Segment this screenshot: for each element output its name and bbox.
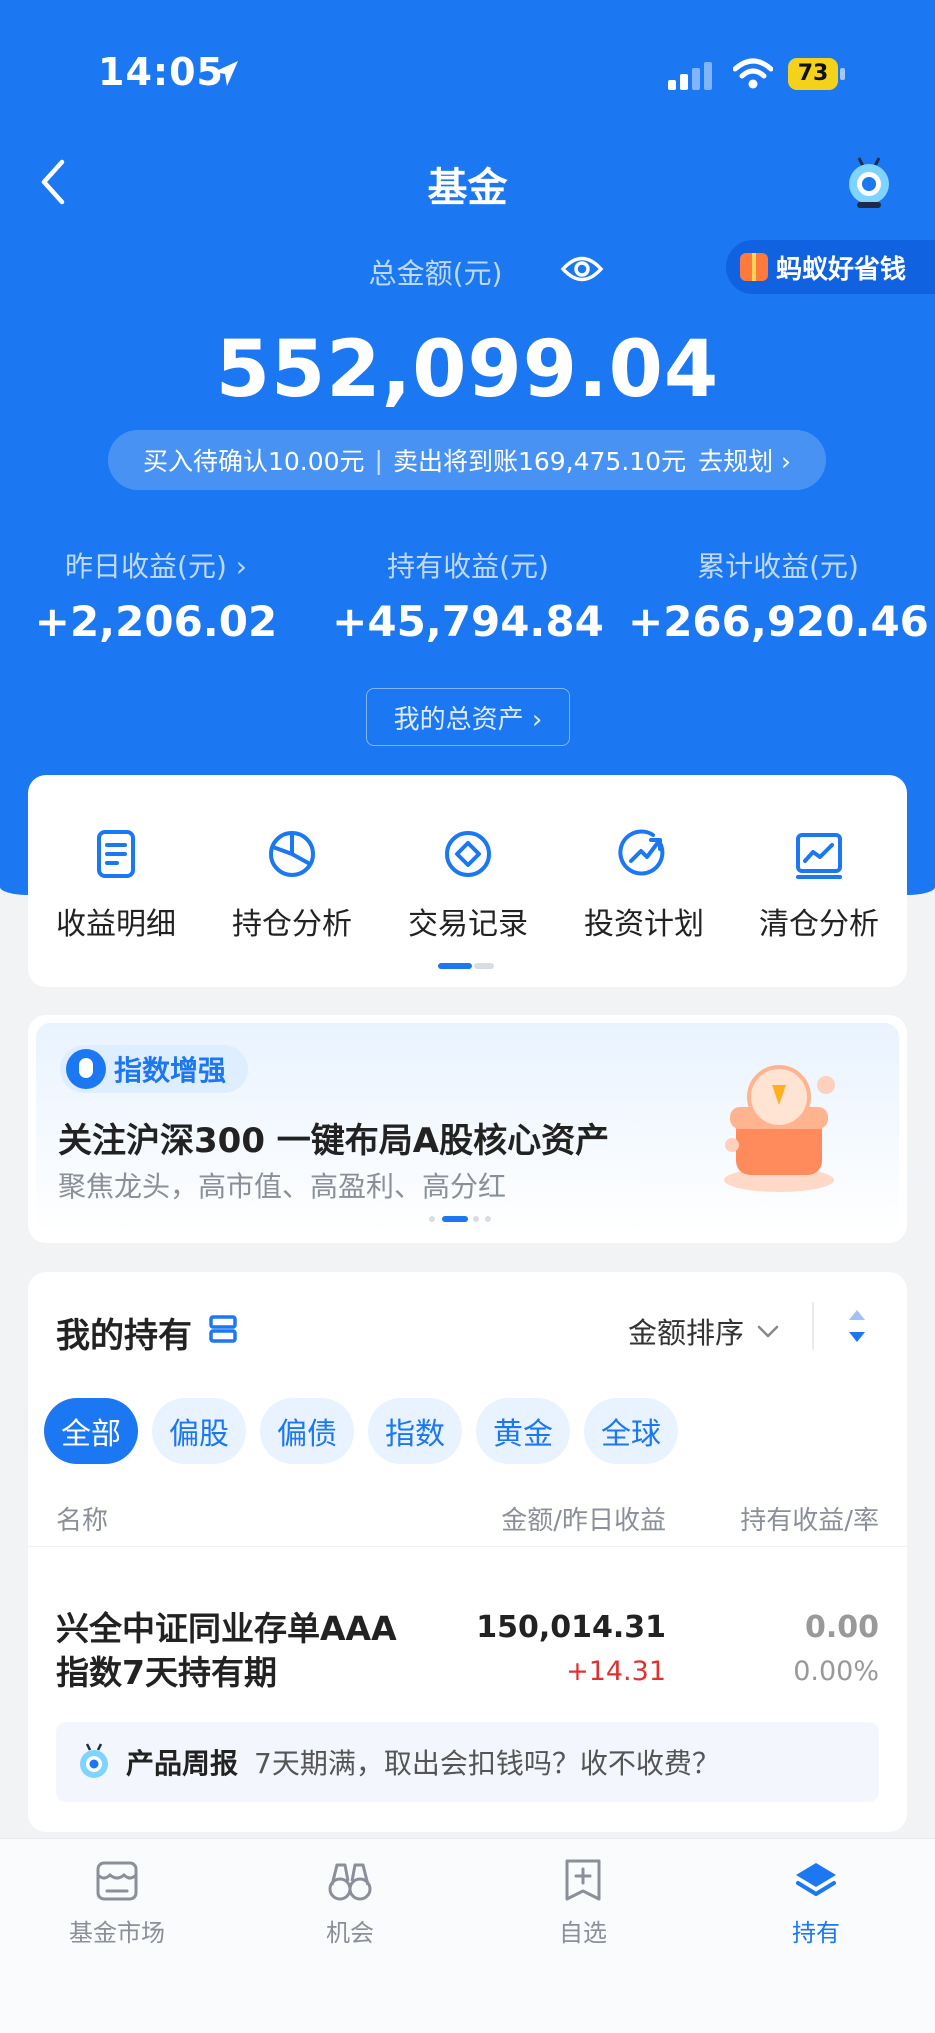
func-label: 投资计划 xyxy=(584,907,704,942)
weekly-report-row[interactable]: 产品周报 7天期满，取出会扣钱吗？收不收费？ xyxy=(56,1722,879,1802)
holdings-title: 我的持有 xyxy=(56,1316,192,1356)
filter-chip-all[interactable]: 全部 xyxy=(44,1398,138,1464)
fund-amount: 150,014.31 xyxy=(476,1610,666,1645)
plan-link[interactable]: 去规划 › xyxy=(698,442,791,478)
stat-label: 累计收益(元) xyxy=(697,550,859,583)
fund-holding-rate: 0.00% xyxy=(793,1656,879,1687)
fund-name: 兴全中证同业存单AAA 指数7天持有期 xyxy=(56,1609,397,1692)
mascot-icon xyxy=(80,1743,108,1778)
battery-level: 73 xyxy=(788,58,838,90)
tab-fund-market[interactable]: 基金市场 xyxy=(37,1857,197,1948)
eye-toggle-icon[interactable] xyxy=(560,254,604,284)
divider xyxy=(812,1302,814,1350)
filter-chip-bond[interactable]: 偏债 xyxy=(260,1398,354,1464)
total-amount: 552,099.04 xyxy=(215,325,720,415)
func-investment-plan[interactable]: 投资计划 xyxy=(556,827,732,943)
stat-value: +2,206.02 xyxy=(34,597,278,646)
report-title: 产品周报 xyxy=(126,1747,239,1780)
func-clearance-analysis[interactable]: 清仓分析 xyxy=(731,827,907,943)
filter-chip-global[interactable]: 全球 xyxy=(584,1398,678,1464)
func-income-detail[interactable]: 收益明细 xyxy=(28,827,204,943)
tab-label: 机会 xyxy=(326,1919,374,1947)
func-position-analysis[interactable]: 持仓分析 xyxy=(204,827,380,943)
stat-label: 持有收益(元) xyxy=(387,550,549,583)
holdings-card: 我的持有 金额排序 全部 偏股 偏债 指数 黄金 全球 名称 金额/昨日收益 持… xyxy=(28,1272,907,1832)
tab-holdings[interactable]: 持有 xyxy=(736,1857,896,1948)
func-label: 清仓分析 xyxy=(759,907,879,942)
filter-chip-equity[interactable]: 偏股 xyxy=(152,1398,246,1464)
column-header-holding-gain: 持有收益/率 xyxy=(740,1506,879,1536)
banner-title: 关注沪深300 一键布局A股核心资产 xyxy=(58,1121,610,1161)
cellular-signal-icon xyxy=(668,62,712,90)
banner-tag-label: 指数增强 xyxy=(114,1054,227,1087)
sort-order-icon[interactable] xyxy=(846,1308,868,1344)
status-time: 14:05 xyxy=(98,50,224,94)
tab-label: 基金市场 xyxy=(69,1919,165,1947)
battery-indicator: 73 xyxy=(788,58,848,90)
func-transaction-records[interactable]: 交易记录 xyxy=(380,827,556,943)
func-label: 持仓分析 xyxy=(232,907,352,942)
document-icon xyxy=(97,830,135,878)
pending-summary-pill[interactable]: 买入待确认10.00元 | 卖出将到账169,475.10元 去规划 › xyxy=(108,430,826,490)
diamond-circle-icon xyxy=(445,831,491,877)
add-favorite-icon xyxy=(565,1859,601,1901)
list-toggle-icon[interactable] xyxy=(208,1314,238,1344)
trend-up-icon xyxy=(618,829,665,876)
bottom-tab-bar: 基金市场 机会 自选 持有 xyxy=(0,1838,935,2033)
column-header-name: 名称 xyxy=(56,1506,109,1536)
fund-holding-gain: 0.00 xyxy=(804,1610,879,1645)
market-icon xyxy=(96,1861,138,1901)
wifi-icon xyxy=(733,58,773,89)
pending-buy: 买入待确认10.00元 xyxy=(142,447,365,476)
page-title: 基金 xyxy=(427,165,508,211)
stat-value: +45,794.84 xyxy=(332,597,604,646)
func-label: 收益明细 xyxy=(56,907,176,942)
stat-yesterday[interactable]: 昨日收益(元) › +2,206.02 xyxy=(6,545,306,646)
stat-label: 昨日收益(元) › xyxy=(65,550,247,583)
report-text: 7天期满，取出会扣钱吗？收不收费？ xyxy=(254,1747,720,1780)
tab-watchlist[interactable]: 自选 xyxy=(503,1857,663,1948)
flame-icon xyxy=(66,1049,106,1089)
total-assets-button[interactable]: 我的总资产 › xyxy=(366,688,570,746)
banner-subtitle: 聚焦龙头，高市值、高盈利、高分红 xyxy=(58,1170,507,1203)
stat-cumulative: 累计收益(元) +266,920.46 xyxy=(628,545,929,646)
column-header-amount: 金额/昨日收益 xyxy=(501,1506,666,1536)
layers-icon xyxy=(796,1863,836,1896)
binoculars-icon xyxy=(328,1863,372,1901)
sort-dropdown[interactable]: 金额排序 xyxy=(628,1310,744,1352)
total-amount-label: 总金额(元) xyxy=(368,257,503,290)
stat-holding: 持有收益(元) +45,794.84 xyxy=(318,545,618,646)
line-chart-icon xyxy=(796,833,842,879)
filter-chip-index[interactable]: 指数 xyxy=(368,1398,462,1464)
pie-chart-icon xyxy=(269,831,315,877)
location-arrow-icon xyxy=(214,61,238,86)
tab-opportunity[interactable]: 机会 xyxy=(270,1857,430,1948)
chevron-down-icon xyxy=(757,1325,779,1338)
fund-day-gain: +14.31 xyxy=(566,1656,666,1687)
pending-sell: 卖出将到账169,475.10元 xyxy=(392,447,687,476)
filter-chip-gold[interactable]: 黄金 xyxy=(476,1398,570,1464)
function-card: 收益明细 持仓分析 交易记录 投资计划 清仓分析 xyxy=(28,775,907,987)
carousel-dots xyxy=(429,1216,491,1222)
banner-tag: 指数增强 xyxy=(60,1045,249,1093)
divider xyxy=(28,1546,907,1547)
page-indicator xyxy=(438,963,496,969)
promo-banner[interactable]: 指数增强 关注沪深300 一键布局A股核心资产 聚焦龙头，高市值、高盈利、高分红 xyxy=(28,1015,907,1243)
mascot-avatar-icon[interactable] xyxy=(843,154,895,210)
gift-box-illustration-icon xyxy=(724,1065,835,1192)
tab-label: 持有 xyxy=(792,1919,840,1947)
func-label: 交易记录 xyxy=(408,907,528,942)
tab-label: 自选 xyxy=(559,1919,607,1947)
stat-value: +266,920.46 xyxy=(628,597,929,646)
